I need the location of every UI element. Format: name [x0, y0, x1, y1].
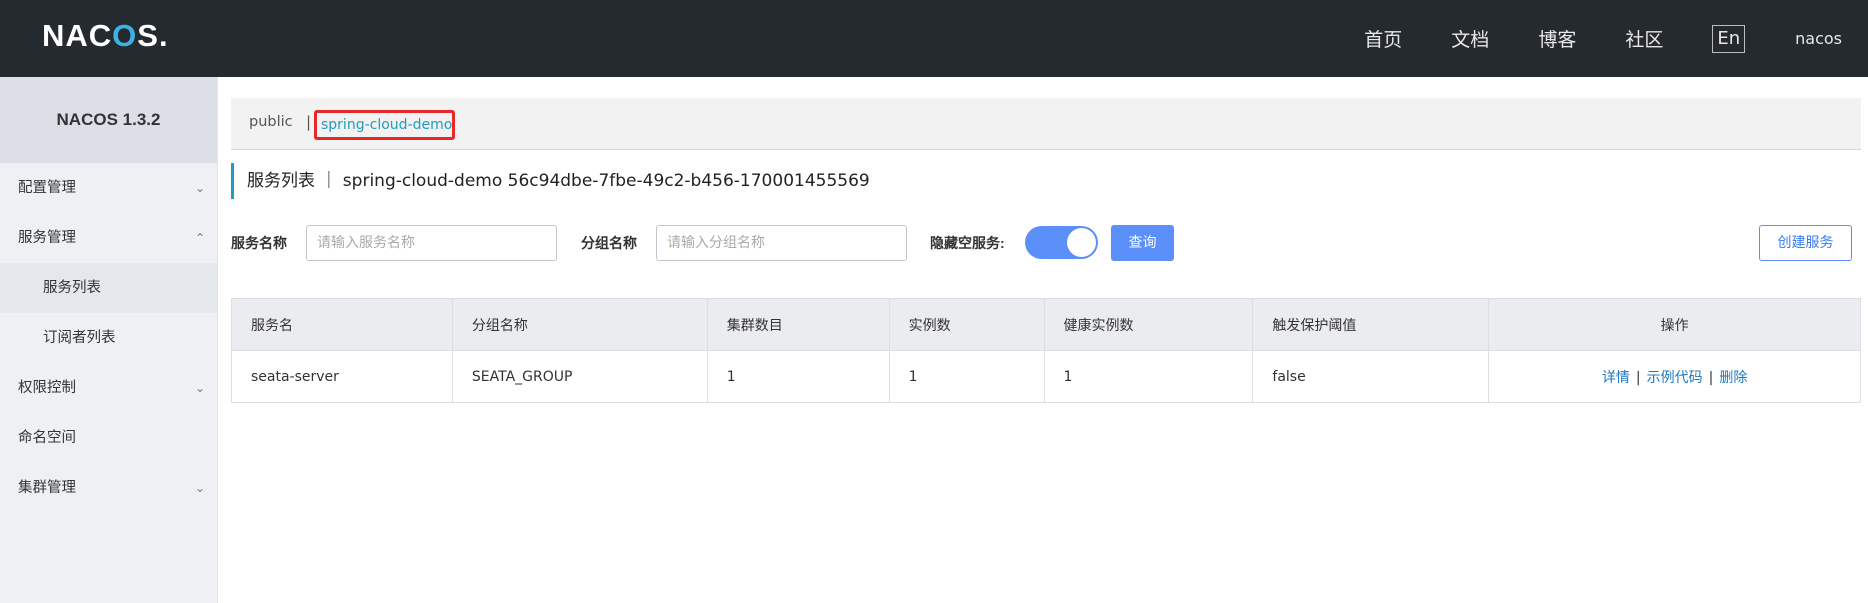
sidebar: NACOS 1.3.2 配置管理 ⌄ 服务管理 ⌃ 服务列表 订阅者列表 权限控…: [0, 77, 218, 603]
nav-docs[interactable]: 文档: [1451, 25, 1489, 52]
sidebar-item-service-list[interactable]: 服务列表: [0, 263, 217, 313]
sidebar-item-namespace[interactable]: 命名空间: [0, 413, 217, 463]
namespace-spring-cloud-demo[interactable]: spring-cloud-demo: [314, 110, 455, 140]
action-separator: |: [1635, 369, 1641, 386]
nav-home[interactable]: 首页: [1364, 25, 1402, 52]
sidebar-item-label: 权限控制: [18, 380, 76, 396]
nacos-logo[interactable]: NACOS.: [42, 16, 169, 56]
sidebar-title: NACOS 1.3.2: [0, 77, 217, 163]
chevron-down-icon: ⌄: [194, 481, 205, 495]
sidebar-item-label: 订阅者列表: [43, 330, 116, 346]
page-title: 服务列表 ｜ spring-cloud-demo 56c94dbe-7fbe-4…: [231, 163, 870, 199]
service-name-input[interactable]: [306, 225, 557, 261]
column-header-healthy-instance-count[interactable]: 健康实例数: [1043, 298, 1254, 351]
cell-service-name: seata-server: [231, 350, 453, 403]
cell-actions: 详情 | 示例代码 | 删除: [1488, 350, 1861, 403]
language-switch-button[interactable]: En: [1712, 24, 1746, 53]
cell-protect-threshold: false: [1252, 350, 1490, 403]
logo-accent-letter: O: [112, 18, 138, 53]
hide-empty-service-label: 隐藏空服务:: [930, 235, 1005, 251]
column-header-group-name[interactable]: 分组名称: [451, 298, 708, 351]
hide-empty-service-toggle[interactable]: [1025, 226, 1098, 259]
detail-link[interactable]: 详情: [1602, 370, 1630, 386]
chevron-down-icon: ⌄: [194, 181, 205, 195]
top-navbar: NACOS. 首页 文档 博客 社区 En nacos: [0, 0, 1868, 77]
nav-community[interactable]: 社区: [1625, 25, 1663, 52]
create-service-button[interactable]: 创建服务: [1759, 225, 1852, 261]
table-header-row: 服务名 分组名称 集群数目 实例数 健康实例数 触发保护阈值 操作: [231, 298, 1861, 351]
sidebar-item-access-control[interactable]: 权限控制 ⌄: [0, 363, 217, 413]
main-content: public | spring-cloud-demo 服务列表 ｜ spring…: [218, 77, 1868, 603]
sidebar-item-label: 命名空间: [18, 430, 76, 446]
namespace-separator: |: [306, 113, 312, 131]
search-bar: 服务名称 分组名称 隐藏空服务: 查询 创建服务: [231, 225, 1861, 261]
logo-text: NACOS.: [42, 18, 169, 53]
sidebar-item-label: 服务管理: [18, 230, 76, 246]
sidebar-item-config-management[interactable]: 配置管理 ⌄: [0, 163, 217, 213]
sidebar-item-service-management[interactable]: 服务管理 ⌃: [0, 213, 217, 263]
sidebar-item-label: 集群管理: [18, 480, 76, 496]
toggle-knob: [1067, 228, 1096, 257]
action-separator: |: [1708, 369, 1714, 386]
cell-healthy-instance-count: 1: [1043, 350, 1254, 403]
namespace-public[interactable]: public: [249, 114, 293, 130]
sidebar-item-label: 配置管理: [18, 180, 76, 196]
sidebar-item-cluster-management[interactable]: 集群管理 ⌄: [0, 463, 217, 513]
chevron-up-icon: ⌃: [194, 231, 205, 245]
cell-cluster-count: 1: [706, 350, 890, 403]
nav-blog[interactable]: 博客: [1538, 25, 1576, 52]
service-table: 服务名 分组名称 集群数目 实例数 健康实例数 触发保护阈值 操作 seata-…: [231, 298, 1861, 403]
chevron-down-icon: ⌄: [194, 381, 205, 395]
query-button[interactable]: 查询: [1111, 225, 1174, 261]
sample-code-link[interactable]: 示例代码: [1647, 370, 1703, 386]
group-name-input[interactable]: [656, 225, 907, 261]
user-name[interactable]: nacos: [1795, 29, 1842, 48]
sidebar-item-label: 服务列表: [43, 280, 101, 296]
column-header-cluster-count[interactable]: 集群数目: [706, 298, 890, 351]
top-nav: 首页 文档 博客 社区 En nacos: [1364, 0, 1868, 77]
column-header-actions: 操作: [1488, 298, 1861, 351]
table-row: seata-server SEATA_GROUP 1 1 1 false 详情 |…: [231, 350, 1861, 403]
column-header-protect-threshold[interactable]: 触发保护阈值: [1252, 298, 1490, 351]
namespace-bar: public | spring-cloud-demo: [231, 98, 1861, 150]
column-header-service-name[interactable]: 服务名: [231, 298, 453, 351]
column-header-instance-count[interactable]: 实例数: [888, 298, 1045, 351]
group-name-label: 分组名称: [581, 235, 637, 251]
sidebar-item-subscriber-list[interactable]: 订阅者列表: [0, 313, 217, 363]
cell-instance-count: 1: [888, 350, 1045, 403]
delete-link[interactable]: 删除: [1719, 370, 1747, 386]
service-name-label: 服务名称: [231, 235, 287, 251]
cell-group-name: SEATA_GROUP: [451, 350, 708, 403]
